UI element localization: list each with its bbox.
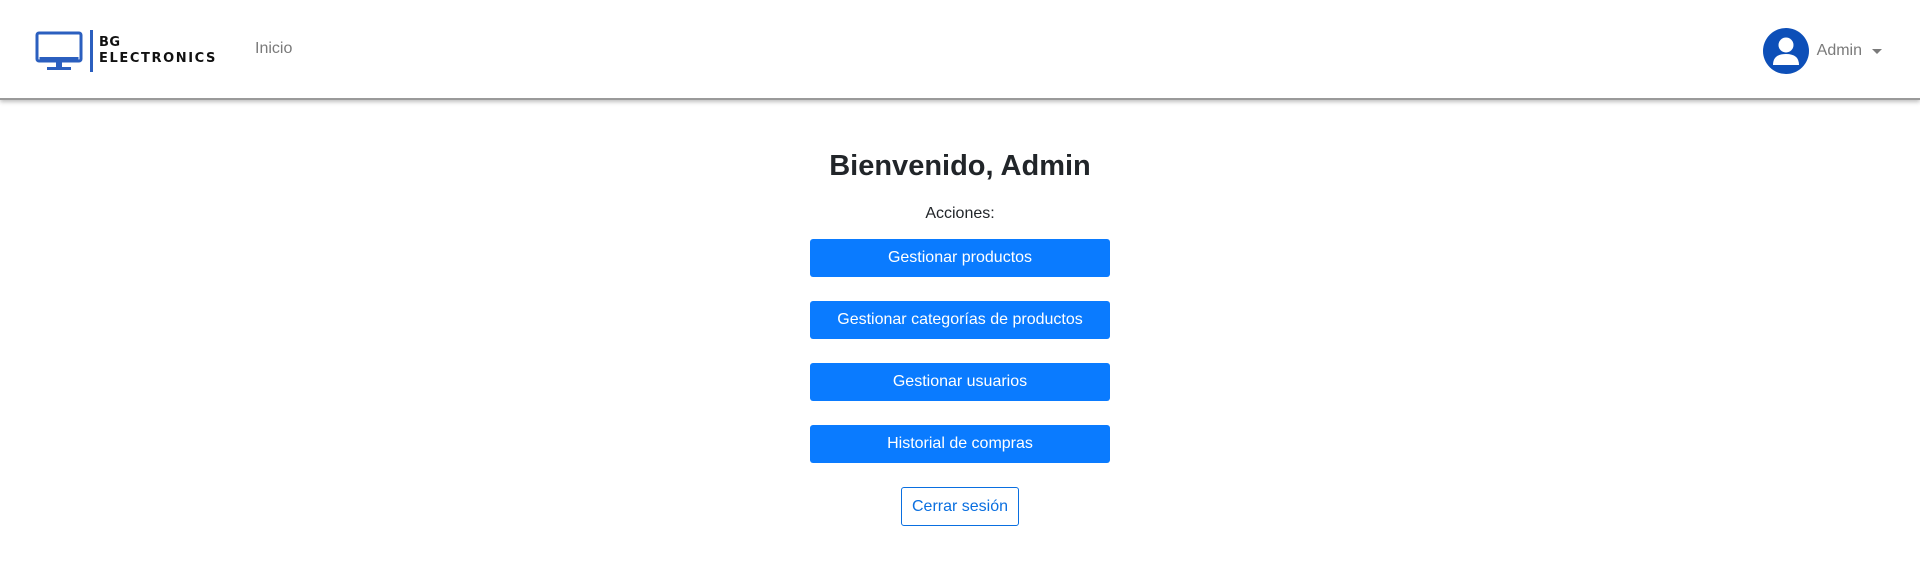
manage-products-button[interactable]: Gestionar productos bbox=[810, 239, 1110, 277]
monitor-icon bbox=[35, 31, 83, 70]
user-avatar-icon bbox=[1762, 28, 1809, 74]
chevron-down-icon bbox=[1872, 48, 1882, 54]
logout-button[interactable]: Cerrar sesión bbox=[901, 487, 1019, 526]
actions-label: Acciones: bbox=[925, 205, 995, 222]
brand-line1: BG bbox=[99, 35, 121, 50]
user-name: Admin bbox=[1816, 42, 1862, 59]
main-content: Bienvenido, Admin Acciones: Gestionar pr… bbox=[0, 100, 1920, 526]
brand-divider bbox=[90, 30, 93, 72]
nav-link-inicio[interactable]: Inicio bbox=[255, 40, 292, 58]
brand-logo[interactable]: BG ELECTRONICS bbox=[35, 30, 217, 72]
brand-text: BG ELECTRONICS bbox=[99, 35, 217, 67]
purchase-history-button[interactable]: Historial de compras bbox=[810, 425, 1110, 463]
navbar: BG ELECTRONICS Inicio Admin bbox=[0, 0, 1920, 100]
manage-users-button[interactable]: Gestionar usuarios bbox=[810, 363, 1110, 401]
brand-line2: ELECTRONICS bbox=[99, 51, 217, 66]
user-menu-dropdown[interactable]: Admin bbox=[1762, 28, 1882, 74]
page-title: Bienvenido, Admin bbox=[829, 150, 1091, 182]
manage-categories-button[interactable]: Gestionar categorías de productos bbox=[810, 301, 1110, 339]
